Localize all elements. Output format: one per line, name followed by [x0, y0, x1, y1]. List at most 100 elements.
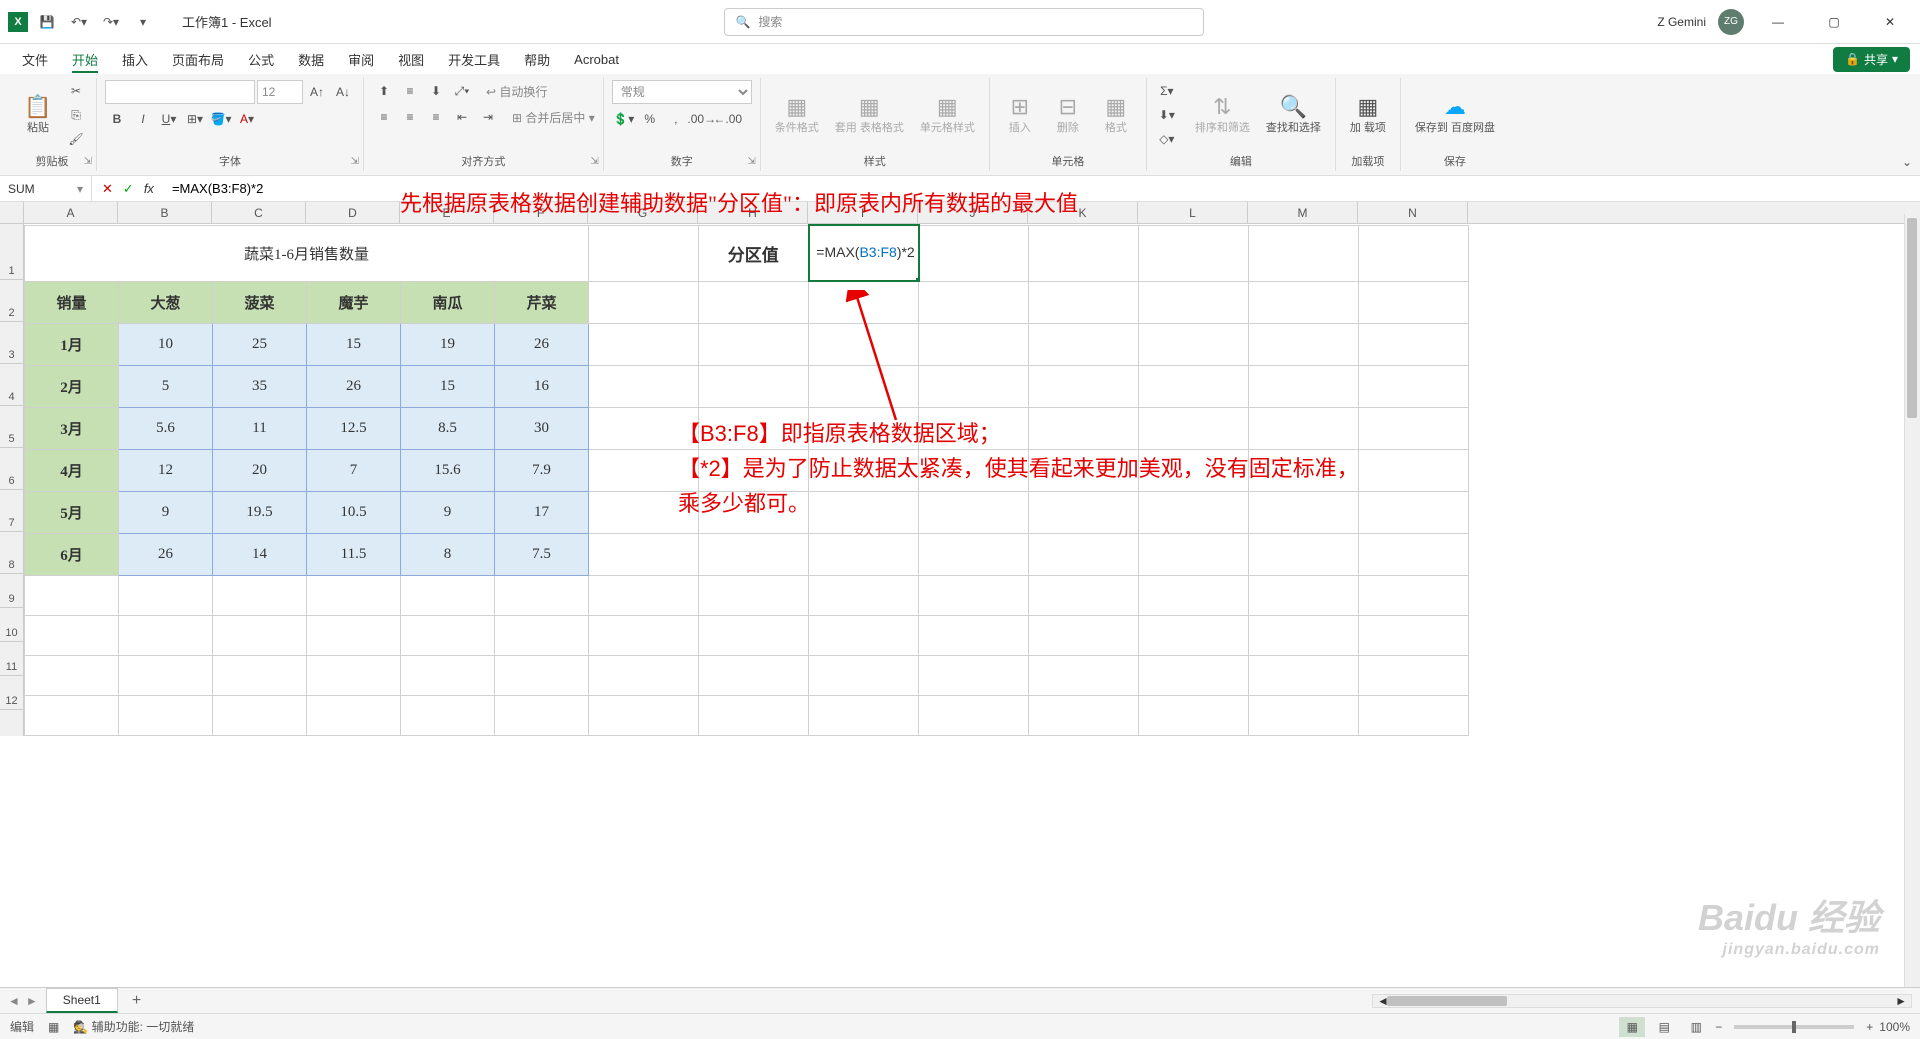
- align-middle-button[interactable]: ≡: [398, 80, 422, 102]
- tab-view[interactable]: 视图: [386, 44, 436, 75]
- cell[interactable]: [1029, 365, 1139, 407]
- cancel-formula-button[interactable]: ✕: [102, 181, 113, 197]
- cell[interactable]: [699, 281, 809, 323]
- row-header-2[interactable]: 2: [0, 280, 23, 322]
- cell[interactable]: [919, 365, 1029, 407]
- tab-review[interactable]: 审阅: [336, 44, 386, 75]
- cell[interactable]: 3月: [25, 407, 119, 449]
- table-title[interactable]: 蔬菜1-6月销售数量: [25, 225, 589, 281]
- cut-button[interactable]: ✂: [64, 80, 88, 102]
- percent-button[interactable]: %: [638, 108, 662, 130]
- cell[interactable]: 9: [401, 491, 495, 533]
- cell[interactable]: [1029, 323, 1139, 365]
- cell[interactable]: [213, 615, 307, 655]
- cell[interactable]: 5: [119, 365, 213, 407]
- col-header-B[interactable]: B: [118, 202, 212, 223]
- row-header-5[interactable]: 5: [0, 406, 23, 448]
- paste-button[interactable]: 📋粘贴: [16, 80, 60, 150]
- cell[interactable]: 12.5: [307, 407, 401, 449]
- cell[interactable]: 12: [119, 449, 213, 491]
- cell[interactable]: 26: [119, 533, 213, 575]
- cell[interactable]: [25, 615, 119, 655]
- orientation-button[interactable]: ⤢▾: [450, 80, 474, 102]
- tab-formulas[interactable]: 公式: [236, 44, 286, 75]
- cell[interactable]: [1359, 449, 1469, 491]
- cell[interactable]: 15: [401, 365, 495, 407]
- find-select-button[interactable]: 🔍查找和选择: [1260, 80, 1327, 150]
- tab-developer[interactable]: 开发工具: [436, 44, 512, 75]
- autosum-button[interactable]: Σ▾: [1155, 80, 1179, 102]
- alignment-launcher-icon[interactable]: ⇲: [590, 156, 598, 167]
- cell[interactable]: [495, 575, 589, 615]
- col-header-L[interactable]: L: [1138, 202, 1248, 223]
- row-header-7[interactable]: 7: [0, 490, 23, 532]
- cell[interactable]: [495, 695, 589, 735]
- cell[interactable]: [1139, 281, 1249, 323]
- cell[interactable]: [1139, 615, 1249, 655]
- row-header-3[interactable]: 3: [0, 322, 23, 364]
- zoom-level[interactable]: 100%: [1879, 1020, 1910, 1034]
- active-cell[interactable]: =MAX(B3:F8)*2: [809, 225, 919, 281]
- cell[interactable]: 11: [213, 407, 307, 449]
- cell[interactable]: [919, 225, 1029, 281]
- cell[interactable]: 菠菜: [213, 281, 307, 323]
- formula-input[interactable]: [164, 181, 364, 196]
- cell[interactable]: 9: [119, 491, 213, 533]
- row-header-8[interactable]: 8: [0, 532, 23, 574]
- cell[interactable]: [307, 655, 401, 695]
- clipboard-launcher-icon[interactable]: ⇲: [84, 156, 92, 167]
- cell[interactable]: 2月: [25, 365, 119, 407]
- cell[interactable]: [213, 575, 307, 615]
- cell[interactable]: 5.6: [119, 407, 213, 449]
- conditional-format-button[interactable]: ▦条件格式: [769, 80, 825, 150]
- undo-button[interactable]: ↶▾: [66, 9, 92, 35]
- cell[interactable]: [919, 575, 1029, 615]
- cell[interactable]: 15: [307, 323, 401, 365]
- row-header-10[interactable]: 10: [0, 608, 23, 642]
- cell[interactable]: [1139, 323, 1249, 365]
- search-box[interactable]: 🔍 搜索: [724, 8, 1204, 36]
- decrease-font-button[interactable]: A↓: [331, 81, 355, 103]
- cell[interactable]: 26: [307, 365, 401, 407]
- cell[interactable]: [1359, 407, 1469, 449]
- cell[interactable]: 7.5: [495, 533, 589, 575]
- cell[interactable]: [1139, 533, 1249, 575]
- cell[interactable]: [1029, 655, 1139, 695]
- cell[interactable]: [589, 365, 699, 407]
- cell[interactable]: [307, 695, 401, 735]
- confirm-formula-button[interactable]: ✓: [123, 181, 134, 197]
- cell[interactable]: [1249, 655, 1359, 695]
- cell[interactable]: 芹菜: [495, 281, 589, 323]
- cell[interactable]: [809, 695, 919, 735]
- bold-button[interactable]: B: [105, 108, 129, 130]
- cell[interactable]: [589, 533, 699, 575]
- cell[interactable]: [1249, 225, 1359, 281]
- cell[interactable]: 10: [119, 323, 213, 365]
- clear-button[interactable]: ◇▾: [1155, 128, 1179, 150]
- cell[interactable]: [1029, 695, 1139, 735]
- font-launcher-icon[interactable]: ⇲: [351, 156, 359, 167]
- cell[interactable]: [699, 533, 809, 575]
- select-all-corner[interactable]: [0, 202, 24, 223]
- format-cells-button[interactable]: ▦格式: [1094, 80, 1138, 150]
- cell[interactable]: 14: [213, 533, 307, 575]
- increase-font-button[interactable]: A↑: [305, 81, 329, 103]
- underline-button[interactable]: U▾: [157, 108, 181, 130]
- cell[interactable]: [25, 575, 119, 615]
- cell[interactable]: [495, 615, 589, 655]
- cell[interactable]: 20: [213, 449, 307, 491]
- cell[interactable]: [699, 655, 809, 695]
- insert-cells-button[interactable]: ⊞插入: [998, 80, 1042, 150]
- cell[interactable]: 南瓜: [401, 281, 495, 323]
- baidu-save-button[interactable]: ☁保存到 百度网盘: [1409, 80, 1501, 150]
- cell[interactable]: [1249, 533, 1359, 575]
- cell[interactable]: [1359, 533, 1469, 575]
- cell[interactable]: [1249, 323, 1359, 365]
- cell[interactable]: [401, 615, 495, 655]
- cell[interactable]: [809, 615, 919, 655]
- sheet-prev-button[interactable]: ◄: [8, 994, 20, 1008]
- cell[interactable]: [1249, 365, 1359, 407]
- cell[interactable]: [1139, 655, 1249, 695]
- cell[interactable]: [495, 655, 589, 695]
- cell[interactable]: [1249, 615, 1359, 655]
